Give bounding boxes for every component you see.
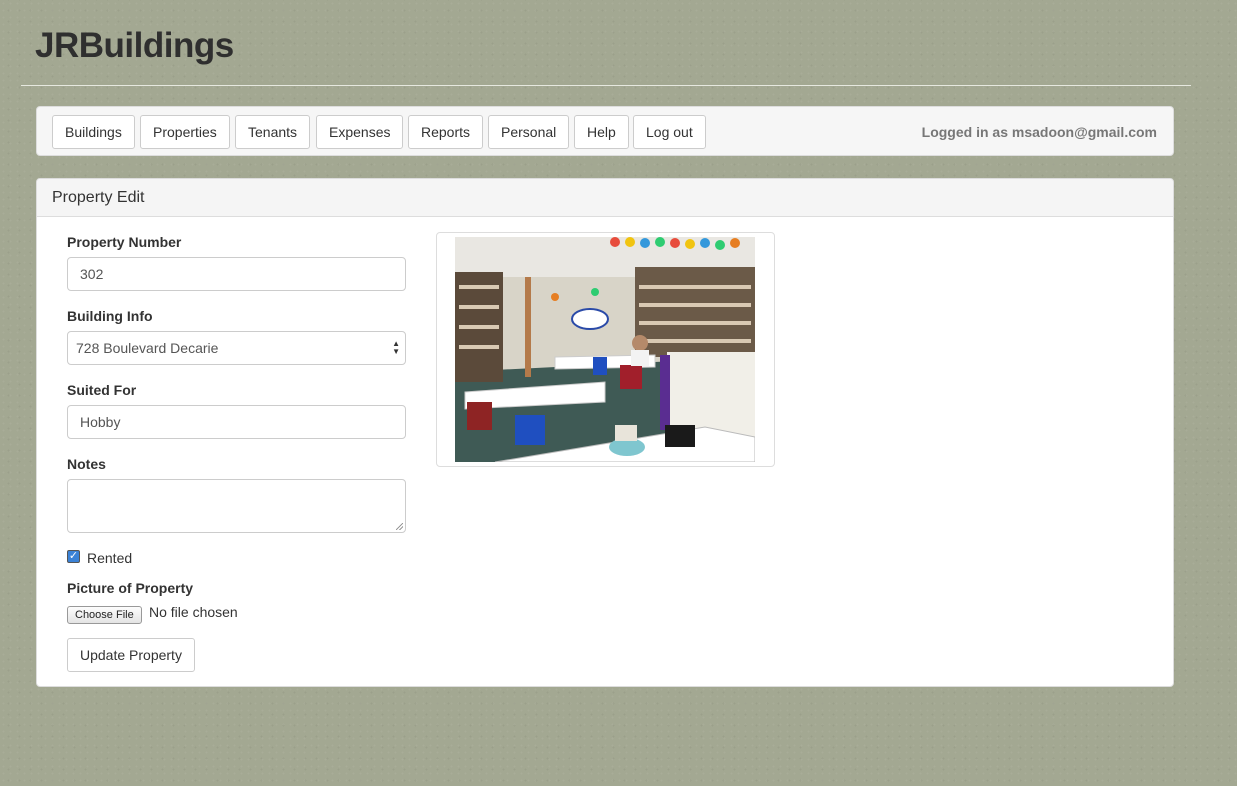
navbar: Buildings Properties Tenants Expenses Re… [36, 106, 1174, 156]
nav-expenses-button[interactable]: Expenses [316, 115, 404, 149]
building-info-value: 728 Boulevard Decarie [76, 340, 219, 356]
property-thumbnail [436, 232, 775, 467]
file-status-text: No file chosen [149, 604, 238, 620]
nav-reports-button[interactable]: Reports [408, 115, 484, 149]
nav-help-button[interactable]: Help [574, 115, 629, 149]
nav-tenants-button[interactable]: Tenants [235, 115, 311, 149]
choose-file-button[interactable]: Choose File [67, 606, 142, 624]
logged-in-text: Logged in as msadoon@gmail.com [921, 124, 1157, 140]
panel-title: Property Edit [37, 179, 1173, 217]
rented-label: Rented [87, 550, 133, 566]
property-number-input[interactable]: 302 [67, 257, 406, 291]
nav-personal-button[interactable]: Personal [488, 115, 570, 149]
nav-logout-button[interactable]: Log out [633, 115, 706, 149]
rented-checkbox[interactable]: ✓ [67, 550, 80, 563]
property-photo [455, 237, 755, 462]
nav-properties-button[interactable]: Properties [140, 115, 230, 149]
property-edit-panel: Property Edit Property Number 302 Buildi… [36, 178, 1174, 687]
property-number-label: Property Number [67, 234, 182, 250]
suited-for-label: Suited For [67, 382, 137, 398]
brand-title: JRBuildings [35, 26, 234, 65]
notes-label: Notes [67, 456, 106, 472]
notes-textarea[interactable] [67, 479, 406, 533]
header-divider [21, 85, 1191, 86]
building-info-label: Building Info [67, 308, 153, 324]
update-property-button[interactable]: Update Property [67, 638, 195, 672]
picture-label: Picture of Property [67, 580, 194, 596]
suited-for-input[interactable]: Hobby [67, 405, 406, 439]
select-arrows-icon: ▲ ▼ [392, 339, 400, 356]
nav-buildings-button[interactable]: Buildings [52, 115, 135, 149]
resize-grip-icon[interactable] [396, 523, 403, 530]
building-info-select[interactable]: 728 Boulevard Decarie ▲ ▼ [67, 331, 406, 365]
